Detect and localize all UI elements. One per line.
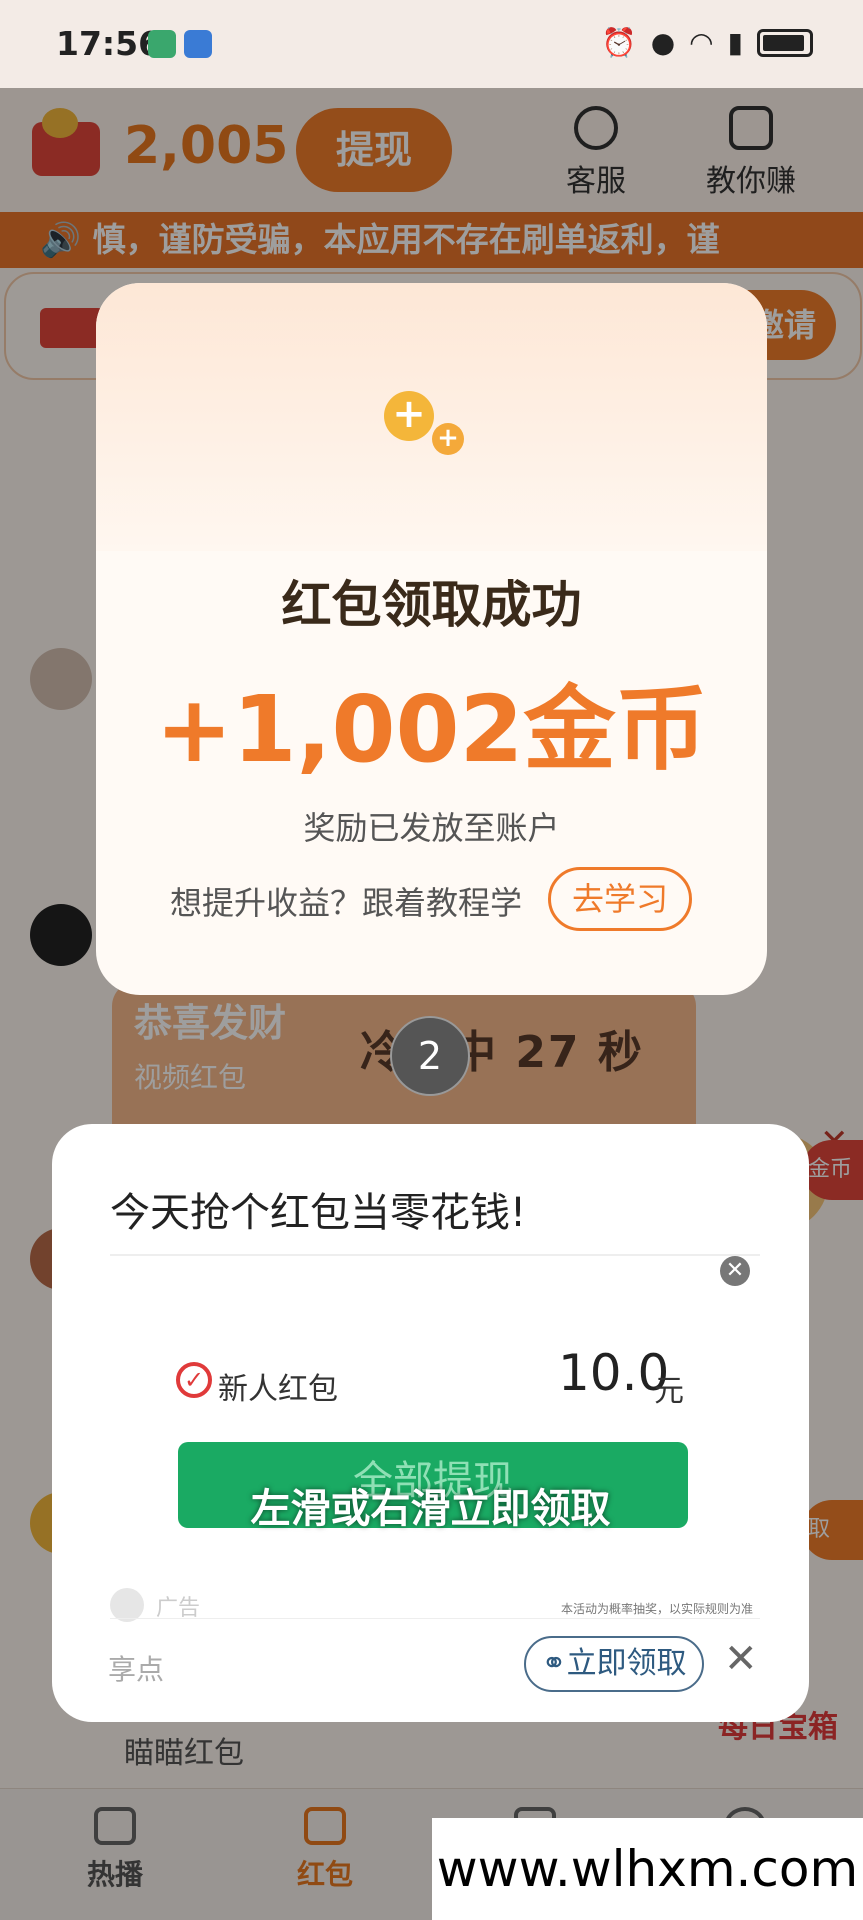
ad-title: 今天抢个红包当零花钱! [110,1190,527,1236]
check-icon: ✓ [176,1362,212,1398]
ad-logo-icon [110,1588,144,1622]
app-notification-icon-2 [184,30,212,58]
learn-button[interactable]: 去学习 [548,867,692,931]
coin-plus-icon: + [384,391,434,441]
status-time: 17:56 [56,24,162,63]
reward-unit: 元 [654,1374,684,1409]
reward-amount: +1,002金币 [155,676,708,783]
learn-prompt: 想提升收益？跟着教程学 [170,884,523,922]
watermark: www.wlhxm.com [432,1818,863,1920]
ad-modal: 今天抢个红包当零花钱! ✕ ✓ 新人红包 10.0 元 全部提现 左滑或右滑立即… [52,1124,809,1722]
status-bar: 17:56 ⏰ ● ◠ ▮ [0,0,863,88]
success-title: 红包领取成功 [281,576,582,634]
ad-brand: 享点 [108,1653,165,1686]
ad-disclaimer: 本活动为概率抽奖，以实际规则为准 [560,1602,753,1616]
swipe-hint: 左滑或右滑立即领取 [250,1486,611,1532]
divider [110,1618,760,1619]
app-notification-icon [148,30,176,58]
coin-plus-small-icon: + [432,423,464,455]
success-modal: + + 红包领取成功 +1,002金币 奖励已发放至账户 想提升收益？跟着教程学… [96,283,767,995]
signal-icon: ▮ [727,26,743,59]
claim-button[interactable]: ⚭立即领取 [524,1636,704,1692]
location-icon: ● [650,26,676,59]
divider [110,1254,760,1256]
alarm-icon: ⏰ [601,26,637,59]
reward-note: 奖励已发放至账户 [303,809,560,847]
close-icon[interactable]: ✕ [720,1256,750,1286]
status-icons: ⏰ ● ◠ ▮ [602,26,813,59]
battery-icon [757,28,813,57]
link-icon: ⚭ [541,1646,567,1681]
reward-value: 10.0 [558,1344,670,1402]
wifi-icon: ◠ [689,26,714,59]
reward-label: 新人红包 [218,1372,338,1407]
claim-label: 立即领取 [566,1646,687,1681]
close-ad-icon[interactable]: ✕ [724,1636,758,1682]
count-badge: 2 [390,1016,470,1096]
